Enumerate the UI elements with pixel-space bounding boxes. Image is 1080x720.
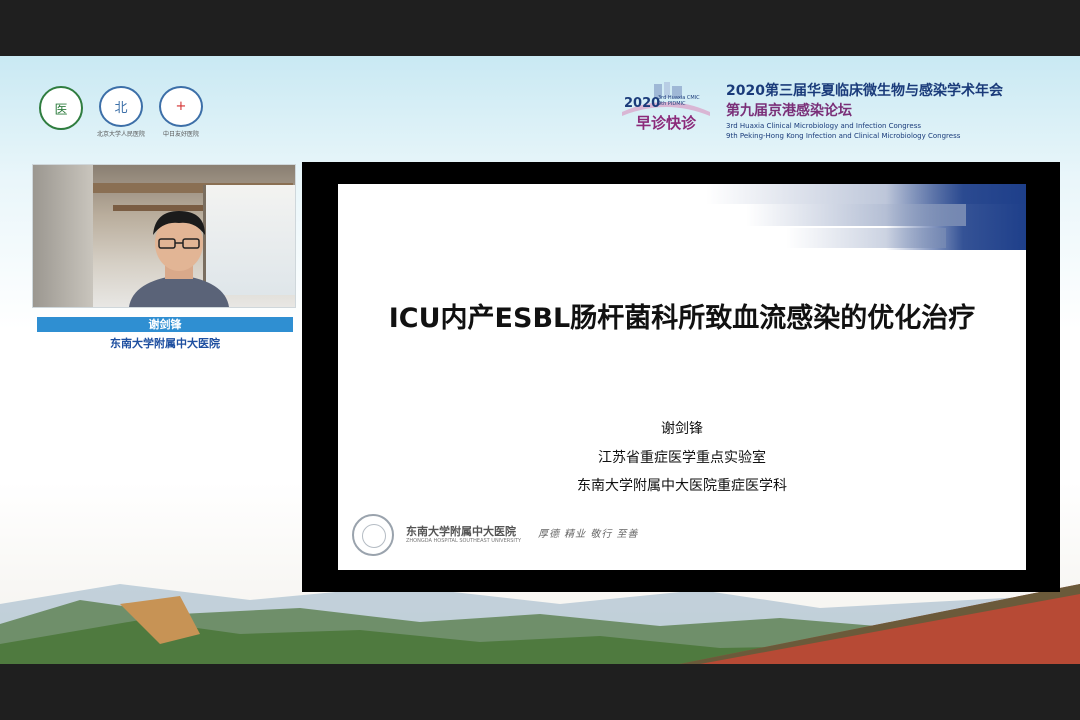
logo-peking-university-hospital: 北 北京大学人民医院 (97, 86, 146, 138)
congress-slogan: 早诊快诊 (636, 114, 697, 132)
footer-motto: 厚德 精业 敬行 至善 (538, 529, 639, 540)
slide-affiliation-2: 东南大学附属中大医院重症医学科 (577, 478, 787, 494)
congress-banner: 2020 3rd Huaxia CMIC 9th PIDMIC 早诊快诊 202… (620, 76, 1060, 146)
hospital-seal-icon (352, 514, 394, 556)
slide-title: ICU内产ESBL肠杆菌科所致血流感染的优化治疗 (388, 303, 976, 334)
shared-slide-frame: ICU内产ESBL肠杆菌科所致血流感染的优化治疗 谢剑锋 江苏省重症医学重点实验… (302, 162, 1060, 592)
medical-association-seal-icon: 医 (39, 86, 83, 130)
speaker-name-label: 谢剑锋 (37, 317, 293, 332)
slide-decoration (706, 184, 1026, 250)
conference-background: 医 北 北京大学人民医院 + 中日友好医院 2020 3rd Huaxia CM… (0, 56, 1080, 664)
footer-hospital-name: 东南大学附属中大医院 (406, 525, 516, 538)
speaker-video-feed (32, 164, 296, 308)
slide-footer: 东南大学附属中大医院 ZHONGDA HOSPITAL SOUTHEAST UN… (352, 514, 852, 556)
logo-caption: 中日友好医院 (162, 131, 199, 138)
congress-year: 2020 (624, 96, 661, 111)
congress-english-line-1: 3rd Huaxia Clinical Microbiology and Inf… (726, 122, 922, 130)
top-black-bar (0, 0, 1080, 56)
congress-title: 2020第三届华夏临床微生物与感染学术年会 (726, 83, 1003, 99)
logo-medical-association: 医 (38, 86, 84, 138)
sponsor-logos: 医 北 北京大学人民医院 + 中日友好医院 (38, 86, 204, 138)
logo-caption: 北京大学人民医院 (97, 131, 146, 138)
china-japan-friendship-hospital-seal-icon: + (159, 86, 203, 127)
presentation-slide: ICU内产ESBL肠杆菌科所致血流感染的优化治疗 谢剑锋 江苏省重症医学重点实验… (338, 184, 1026, 570)
speaker-avatar (129, 211, 229, 307)
slide-speaker-name: 谢剑锋 (661, 421, 703, 437)
peking-university-hospital-seal-icon: 北 (99, 86, 143, 127)
congress-tiny-text: 3rd Huaxia CMIC 9th PIDMIC (658, 95, 700, 107)
congress-english-line-2: 9th Peking-Hong Kong Infection and Clini… (726, 132, 961, 140)
speaker-institution-label: 东南大学附属中大医院 (110, 337, 220, 350)
congress-subtitle: 第九届京港感染论坛 (726, 103, 852, 119)
logo-china-japan-friendship-hospital: + 中日友好医院 (158, 86, 204, 138)
slide-affiliation-1: 江苏省重症医学重点实验室 (598, 450, 766, 466)
footer-hospital-english: ZHONGDA HOSPITAL SOUTHEAST UNIVERSITY (406, 538, 521, 544)
bottom-black-bar (0, 664, 1080, 720)
